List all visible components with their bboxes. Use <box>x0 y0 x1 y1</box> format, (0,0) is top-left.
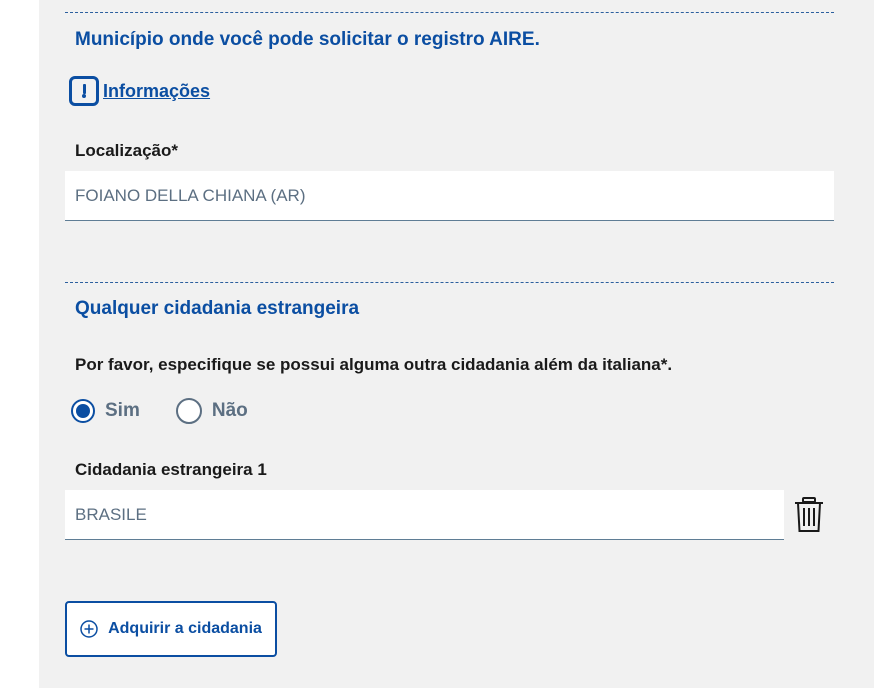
municipality-section-title: Município onde você pode solicitar o reg… <box>75 29 540 50</box>
section-divider <box>65 12 834 13</box>
info-link-label: Informações <box>103 80 211 101</box>
radio-button-unchecked[interactable] <box>175 398 202 424</box>
other-citizenship-question: Por favor, especifique se possui alguma … <box>75 355 673 374</box>
foreign-citizenship-input[interactable] <box>65 490 784 540</box>
exclamation-square-icon <box>69 76 99 106</box>
add-citizenship-button-label: Adquirir a cidadania <box>108 620 262 637</box>
section-divider <box>65 282 834 283</box>
radio-button-checked[interactable] <box>71 399 95 423</box>
plus-circle-icon <box>80 620 98 638</box>
location-label: Localização* <box>75 141 178 160</box>
other-citizenship-radio-group: Sim Não <box>71 398 248 424</box>
info-link[interactable]: Informações <box>69 74 210 108</box>
radio-option-sim[interactable]: Sim <box>71 399 140 423</box>
foreign-citizenship-label: Cidadania estrangeira 1 <box>75 460 267 479</box>
radio-label-sim: Sim <box>105 400 140 421</box>
location-input[interactable] <box>65 171 834 221</box>
citizenship-section-title: Qualquer cidadania estrangeira <box>75 298 360 319</box>
add-citizenship-button[interactable]: Adquirir a cidadania <box>65 601 277 657</box>
trash-icon[interactable] <box>793 497 825 533</box>
radio-label-nao: Não <box>211 400 248 421</box>
radio-option-nao[interactable]: Não <box>175 398 248 424</box>
